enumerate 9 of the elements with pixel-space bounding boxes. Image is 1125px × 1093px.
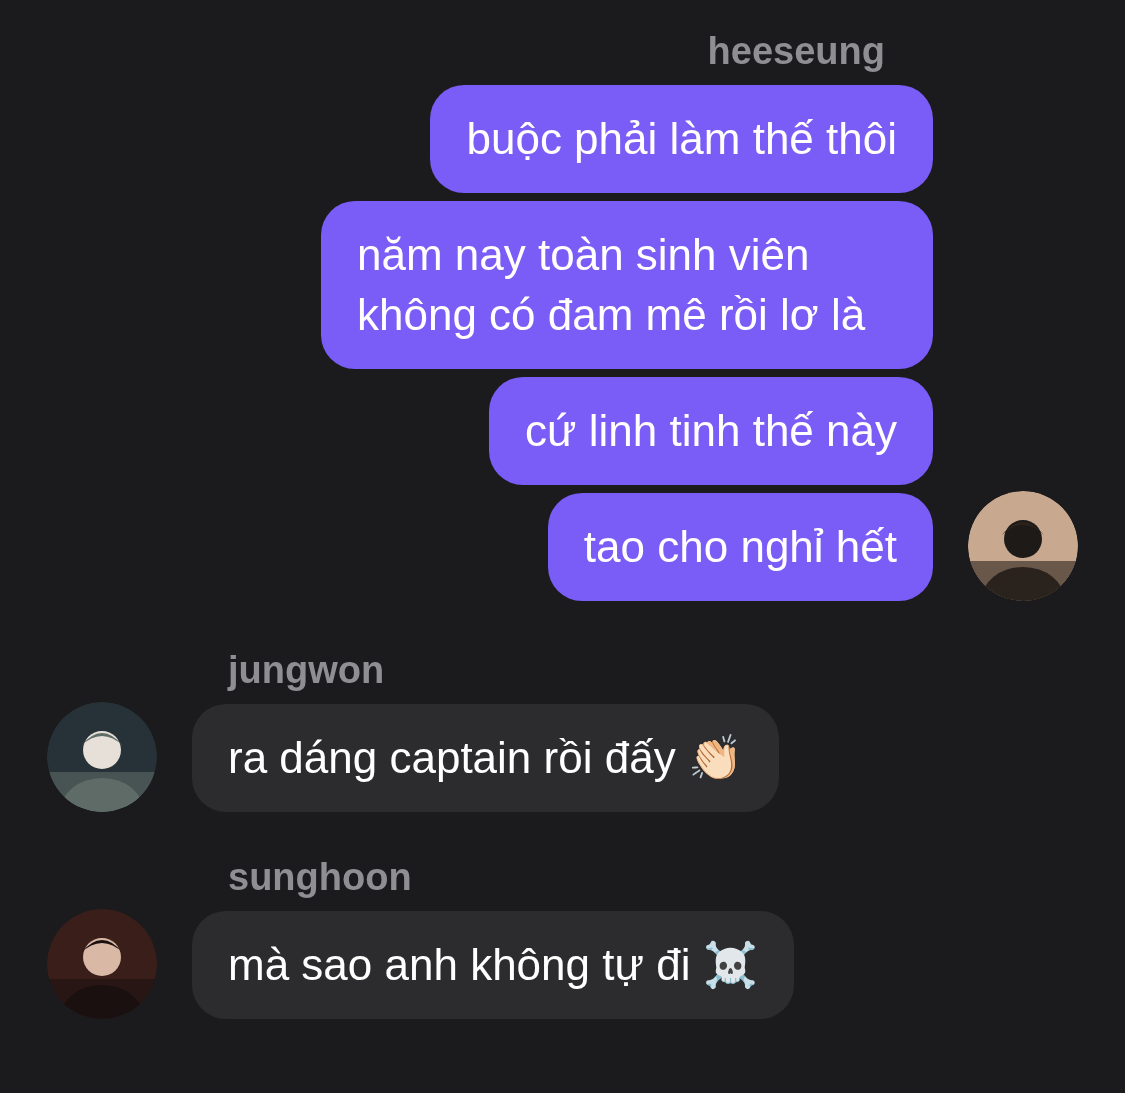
message-bubble: năm nay toàn sinh viên không có đam mê rồi lơ là [321,201,933,369]
message-bubble: buộc phải làm thế thôi [430,85,933,193]
message-bubble: mà sao anh không tự đi ☠ [192,911,794,1019]
sender-name: heeseung [707,30,885,73]
message-bubble: cứ linh tinh thế này [489,377,933,485]
message-bubble: ra dáng captain rồi đấy 👏🏻 [192,704,779,812]
message-bubble: tao cho nghỉ hết [547,493,933,601]
sender-name: jungwon [228,649,385,692]
sender-name: sunghoon [228,856,412,899]
